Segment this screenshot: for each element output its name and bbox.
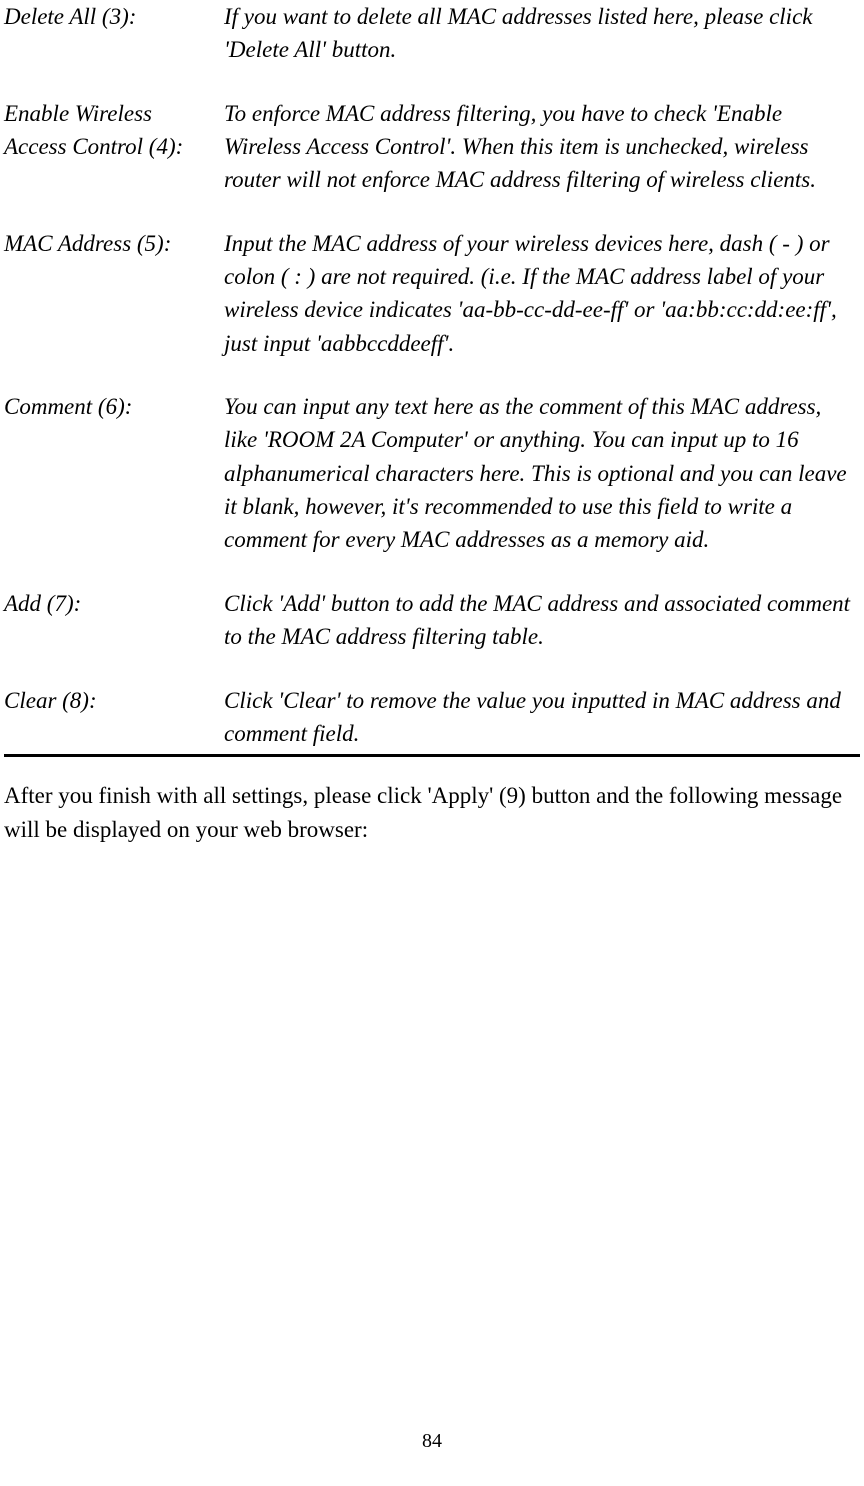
closing-paragraph: After you finish with all settings, plea…: [4, 779, 860, 846]
definition-description: Click 'Clear' to remove the value you in…: [224, 684, 860, 751]
definition-description: To enforce MAC address filtering, you ha…: [224, 97, 860, 197]
definition-list: Delete All (3): If you want to delete al…: [4, 0, 860, 750]
definition-term: Enable Wireless Access Control (4):: [4, 97, 224, 164]
definition-entry: Comment (6): You can input any text here…: [4, 390, 860, 557]
definition-term: Delete All (3):: [4, 0, 224, 33]
section-divider: [4, 754, 860, 757]
definition-entry: Delete All (3): If you want to delete al…: [4, 0, 860, 67]
document-page: Delete All (3): If you want to delete al…: [0, 0, 864, 846]
definition-entry: Enable Wireless Access Control (4): To e…: [4, 97, 860, 197]
definition-description: Click 'Add' button to add the MAC addres…: [224, 587, 860, 654]
definition-entry: Add (7): Click 'Add' button to add the M…: [4, 587, 860, 654]
definition-term: Clear (8):: [4, 684, 224, 717]
definition-term: Comment (6):: [4, 390, 224, 423]
page-number: 84: [0, 1427, 864, 1456]
definition-entry: MAC Address (5): Input the MAC address o…: [4, 227, 860, 360]
definition-description: If you want to delete all MAC addresses …: [224, 0, 860, 67]
definition-entry: Clear (8): Click 'Clear' to remove the v…: [4, 684, 860, 751]
definition-description: You can input any text here as the comme…: [224, 390, 860, 557]
definition-term: Add (7):: [4, 587, 224, 620]
definition-description: Input the MAC address of your wireless d…: [224, 227, 860, 360]
definition-term: MAC Address (5):: [4, 227, 224, 260]
